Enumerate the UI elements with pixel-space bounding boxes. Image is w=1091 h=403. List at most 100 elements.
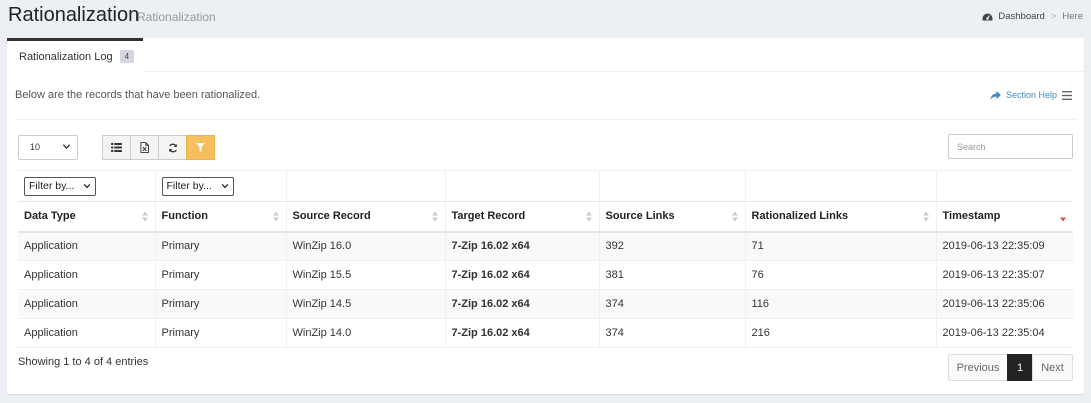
sort-icon bbox=[272, 211, 279, 222]
filter-cell bbox=[599, 170, 746, 202]
sort-icon bbox=[731, 211, 738, 222]
function-filter-select[interactable]: Filter by... bbox=[161, 176, 234, 196]
column-header-label: Timestamp bbox=[942, 210, 1001, 223]
cell-timestamp: 2019-06-13 22:35:07 bbox=[936, 260, 1073, 290]
filter-icon bbox=[196, 143, 205, 152]
table-row[interactable]: Application Primary WinZip 14.0 7-Zip 16… bbox=[18, 318, 1073, 348]
previous-page-button[interactable]: Previous bbox=[948, 354, 1008, 381]
cell-function: Primary bbox=[155, 231, 287, 261]
column-header-function[interactable]: Function bbox=[155, 201, 287, 233]
cell-source-record: WinZip 14.0 bbox=[286, 318, 446, 348]
page-header: Rationalization Rationalization Dashboar… bbox=[0, 0, 1091, 36]
chevron-down-icon bbox=[221, 183, 228, 189]
filter-cell bbox=[286, 170, 446, 202]
filter-cell-function: Filter by... bbox=[155, 170, 287, 202]
cell-source-links: 374 bbox=[599, 318, 746, 348]
column-header-label: Source Links bbox=[605, 210, 675, 223]
table-row[interactable]: Application Primary WinZip 16.0 7-Zip 16… bbox=[18, 231, 1073, 261]
cell-source-record: WinZip 16.0 bbox=[286, 231, 446, 261]
content-box: Rationalization Log 4 Below are the reco… bbox=[7, 38, 1084, 394]
tab-rationalization-log[interactable]: Rationalization Log 4 bbox=[7, 38, 143, 72]
breadcrumb-current: Here bbox=[1062, 11, 1083, 22]
column-header-timestamp[interactable]: Timestamp bbox=[936, 201, 1073, 233]
sort-icon bbox=[141, 211, 148, 222]
cell-function: Primary bbox=[155, 318, 287, 348]
cell-function: Primary bbox=[155, 289, 287, 319]
section-help-link[interactable]: Section Help bbox=[990, 90, 1057, 100]
cell-timestamp: 2019-06-13 22:35:06 bbox=[936, 289, 1073, 319]
share-arrow-icon bbox=[990, 90, 1001, 100]
column-header-label: Rationalized Links bbox=[751, 210, 849, 223]
column-visibility-button[interactable] bbox=[102, 135, 131, 160]
divider bbox=[15, 119, 1076, 120]
page-subtitle: Rationalization bbox=[137, 10, 216, 24]
cell-rationalized-links: 71 bbox=[745, 231, 937, 261]
tab-label: Rationalization Log bbox=[19, 50, 113, 63]
cell-target-record: 7-Zip 16.02 x64 bbox=[445, 318, 600, 348]
tab-bar: Rationalization Log 4 bbox=[7, 38, 1084, 72]
table-row[interactable]: Application Primary WinZip 14.5 7-Zip 16… bbox=[18, 289, 1073, 319]
cell-source-links: 392 bbox=[599, 231, 746, 261]
cell-timestamp: 2019-06-13 22:35:09 bbox=[936, 231, 1073, 261]
sort-icon bbox=[922, 211, 929, 222]
cell-source-record: WinZip 15.5 bbox=[286, 260, 446, 290]
table-toolbar bbox=[102, 135, 215, 160]
cell-source-record: WinZip 14.5 bbox=[286, 289, 446, 319]
page-title: Rationalization bbox=[8, 4, 140, 26]
cell-timestamp: 2019-06-13 22:35:04 bbox=[936, 318, 1073, 348]
breadcrumb-separator: > bbox=[1050, 11, 1057, 22]
column-header-label: Data Type bbox=[24, 210, 76, 223]
column-header-data-type[interactable]: Data Type bbox=[18, 201, 156, 233]
data-type-filter-value: Filter by... bbox=[29, 180, 75, 192]
cell-target-record: 7-Zip 16.02 x64 bbox=[445, 289, 600, 319]
filter-row: Filter by... Filter by... bbox=[18, 170, 1073, 202]
sort-icon bbox=[585, 211, 592, 222]
function-filter-value: Filter by... bbox=[166, 180, 212, 192]
page-length-value: 10 bbox=[30, 142, 41, 152]
search-input[interactable]: Search bbox=[948, 134, 1073, 159]
cell-target-record: 7-Zip 16.02 x64 bbox=[445, 231, 600, 261]
column-header-target-record[interactable]: Target Record bbox=[445, 201, 600, 233]
column-header-source-links[interactable]: Source Links bbox=[599, 201, 746, 233]
pagination: Previous 1 Next bbox=[948, 354, 1073, 381]
cell-target-record: 7-Zip 16.02 x64 bbox=[445, 260, 600, 290]
filter-cell bbox=[936, 170, 1073, 202]
page-1-button[interactable]: 1 bbox=[1007, 354, 1033, 381]
cell-rationalized-links: 216 bbox=[745, 318, 937, 348]
export-excel-button[interactable] bbox=[130, 135, 159, 160]
cell-rationalized-links: 76 bbox=[745, 260, 937, 290]
rationalization-table: Filter by... Filter by... Data Type Func… bbox=[18, 170, 1073, 348]
cell-data-type: Application bbox=[18, 260, 156, 290]
cell-function: Primary bbox=[155, 260, 287, 290]
next-page-button[interactable]: Next bbox=[1032, 354, 1073, 381]
column-header-source-record[interactable]: Source Record bbox=[286, 201, 446, 233]
chevron-down-icon bbox=[83, 183, 91, 189]
table-row[interactable]: Application Primary WinZip 15.5 7-Zip 16… bbox=[18, 260, 1073, 290]
refresh-button[interactable] bbox=[158, 135, 187, 160]
hamburger-menu-icon[interactable] bbox=[1062, 91, 1072, 100]
cell-source-links: 381 bbox=[599, 260, 746, 290]
data-type-filter-select[interactable]: Filter by... bbox=[24, 176, 96, 196]
filter-toggle-button[interactable] bbox=[186, 135, 215, 160]
filter-cell bbox=[445, 170, 600, 202]
cell-data-type: Application bbox=[18, 318, 156, 348]
breadcrumb: Dashboard > Here bbox=[982, 11, 1083, 22]
table-info: Showing 1 to 4 of 4 entries bbox=[18, 356, 149, 368]
intro-text: Below are the records that have been rat… bbox=[15, 89, 261, 101]
tab-count-badge: 4 bbox=[119, 50, 135, 63]
cell-source-links: 374 bbox=[599, 289, 746, 319]
column-header-rationalized-links[interactable]: Rationalized Links bbox=[745, 201, 937, 233]
excel-export-icon bbox=[140, 142, 149, 153]
page-length-select[interactable]: 10 bbox=[18, 135, 78, 160]
refresh-icon bbox=[168, 143, 177, 152]
dashboard-icon bbox=[982, 13, 993, 20]
sort-icon bbox=[431, 211, 438, 222]
column-header-label: Function bbox=[161, 210, 208, 223]
breadcrumb-dashboard-link[interactable]: Dashboard bbox=[998, 11, 1044, 22]
sort-desc-icon bbox=[1060, 217, 1066, 222]
cell-rationalized-links: 116 bbox=[745, 289, 937, 319]
column-header-label: Target Record bbox=[451, 210, 526, 223]
chevron-down-icon bbox=[62, 144, 71, 150]
filter-cell-data-type: Filter by... bbox=[18, 170, 156, 202]
table-header-row: Data Type Function Source Record Target … bbox=[18, 201, 1073, 233]
